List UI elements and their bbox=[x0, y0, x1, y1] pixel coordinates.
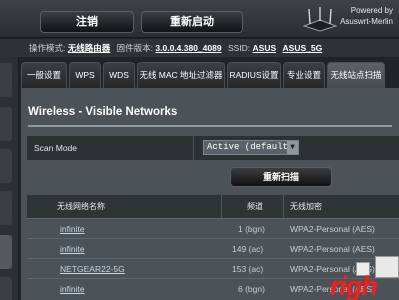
rescan-button[interactable]: 重新扫描 bbox=[230, 167, 332, 187]
column-divider bbox=[221, 195, 222, 218]
header-channel: 频道 bbox=[247, 202, 263, 211]
channel-cell: 153 (ac) bbox=[232, 264, 264, 274]
scan-mode-select[interactable]: Active (default) ▼ bbox=[203, 140, 299, 155]
channel-cell: 149 (ac) bbox=[232, 244, 264, 254]
reboot-button[interactable]: 重新启动 bbox=[141, 11, 243, 33]
title-divider bbox=[28, 125, 392, 127]
sidebar bbox=[0, 57, 19, 300]
tab-mac-filter[interactable]: 无线 MAC 地址过滤器 bbox=[137, 62, 225, 88]
tab-wds[interactable]: WDS bbox=[103, 62, 135, 88]
page-title: Wireless - Visible Networks bbox=[28, 106, 178, 118]
ssid-label: SSID: bbox=[227, 43, 251, 53]
ssid-link[interactable]: infinite bbox=[60, 279, 85, 299]
ssid-2g-link[interactable]: ASUS bbox=[253, 43, 277, 53]
scan-mode-row: Scan Mode Active (default) ▼ bbox=[27, 136, 399, 160]
scan-mode-label: Scan Mode bbox=[34, 143, 77, 153]
security-cell: WPA2-Personal (AES) bbox=[290, 244, 375, 254]
column-divider bbox=[283, 195, 284, 218]
status-info-bar: 操作模式: 无线路由器 固件版本: 3.0.0.4.380_4089 SSID:… bbox=[0, 39, 399, 57]
security-cell: WPA2-Personal (AES) bbox=[290, 224, 375, 234]
tab-professional[interactable]: 专业设置 bbox=[283, 62, 325, 88]
table-row: infinite 1 (bgn) WPA2-Personal (AES) bbox=[27, 218, 399, 238]
ssid-link[interactable]: infinite bbox=[60, 219, 85, 239]
mode-label: 操作模式: bbox=[29, 43, 66, 53]
brand-line-1: Powered by bbox=[350, 6, 393, 15]
ssid-link[interactable]: infinite bbox=[60, 239, 85, 259]
header-ssid: 无线网络名称 bbox=[57, 202, 105, 211]
overlay-text: righ bbox=[330, 271, 378, 300]
firmware-label: 固件版本: bbox=[116, 43, 154, 53]
sidebar-item[interactable] bbox=[0, 107, 12, 141]
tab-wps[interactable]: WPS bbox=[69, 62, 101, 88]
sidebar-item[interactable] bbox=[0, 191, 12, 225]
sidebar-item[interactable] bbox=[0, 63, 12, 97]
tab-site-survey[interactable]: 无线站点扫描 bbox=[327, 62, 385, 88]
mode-value-link[interactable]: 无线路由器 bbox=[68, 43, 111, 53]
table-row: infinite 149 (ac) WPA2-Personal (AES) bbox=[27, 238, 399, 258]
row-divider bbox=[193, 136, 194, 160]
logout-button[interactable]: 注销 bbox=[40, 11, 134, 33]
main-panel: Wireless - Visible Networks Scan Mode Ac… bbox=[21, 88, 399, 300]
tab-general[interactable]: 一般设置 bbox=[21, 62, 67, 88]
channel-cell: 6 (bgn) bbox=[238, 284, 265, 294]
ssid-5g-link[interactable]: ASUS_5G bbox=[283, 43, 323, 53]
top-bar: 注销 重新启动 Powered by Asuswrt-Merlin bbox=[0, 0, 399, 38]
header-security: 无线加密 bbox=[290, 202, 322, 211]
firmware-value-link[interactable]: 3.0.0.4.380_4089 bbox=[155, 43, 221, 53]
sidebar-item[interactable] bbox=[0, 149, 12, 183]
brand-line-2: Asuswrt-Merlin bbox=[340, 17, 393, 26]
sidebar-item[interactable] bbox=[0, 277, 12, 300]
overlay-box bbox=[375, 256, 399, 278]
ssid-link[interactable]: NETGEAR22-5G bbox=[60, 259, 125, 279]
brand-text: Powered by Asuswrt-Merlin bbox=[309, 5, 393, 27]
channel-cell: 1 (bgn) bbox=[238, 224, 265, 234]
scan-mode-value: Active (default) bbox=[207, 142, 294, 152]
sidebar-item-active[interactable] bbox=[0, 235, 12, 269]
tab-bar: 一般设置 WPS WDS 无线 MAC 地址过滤器 RADIUS设置 专业设置 … bbox=[21, 62, 399, 88]
tab-radius[interactable]: RADIUS设置 bbox=[227, 62, 281, 88]
table-header: 无线网络名称 频道 无线加密 bbox=[27, 195, 399, 218]
chevron-down-icon[interactable]: ▼ bbox=[287, 141, 298, 154]
